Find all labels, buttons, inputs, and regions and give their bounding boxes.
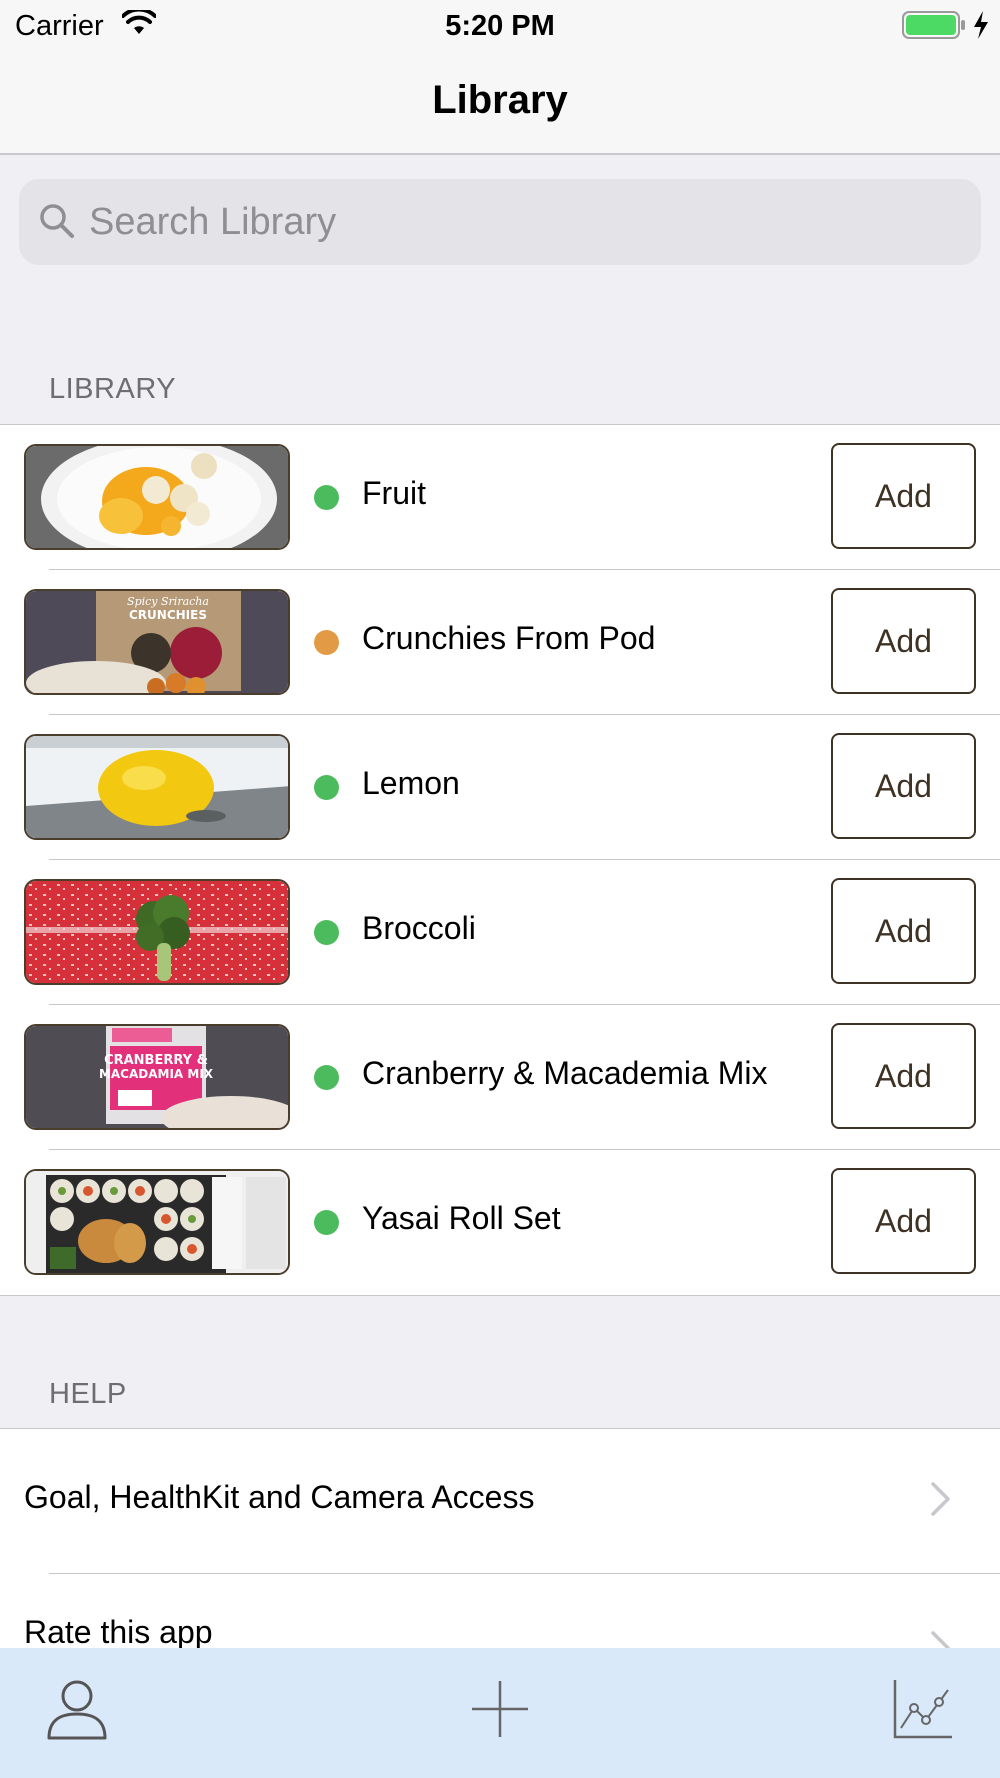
broccoli-photo (24, 879, 290, 985)
svg-text:MACADAMIA MIX: MACADAMIA MIX (99, 1067, 214, 1081)
battery-icon (902, 10, 966, 45)
list-item[interactable]: Spicy Sriracha CRUNCHIES Crunchies From … (0, 570, 1000, 715)
library-list: Fruit Add Spicy Sriracha CRUNCHIES Crunc… (0, 424, 1000, 1296)
cranberry-mix-photo: CRANBERRY & MACADAMIA MIX (24, 1024, 290, 1130)
help-list: Goal, HealthKit and Camera Access Rate t… (0, 1428, 1000, 1665)
status-bar: Carrier 5:20 PM (0, 0, 1000, 50)
item-name: Fruit (362, 475, 426, 511)
status-dot (314, 1210, 339, 1235)
svg-text:Spicy Sriracha: Spicy Sriracha (127, 595, 209, 608)
status-dot (314, 630, 339, 655)
page-title: Library (432, 78, 568, 122)
plus-icon[interactable] (470, 1678, 530, 1745)
help-item-access[interactable]: Goal, HealthKit and Camera Access (0, 1429, 1000, 1574)
chevron-right-icon (930, 1481, 952, 1522)
svg-text:CRANBERRY &: CRANBERRY & (104, 1053, 208, 1068)
item-name: Lemon (362, 765, 460, 801)
lemon-photo (24, 734, 290, 840)
crunchies-photo: Spicy Sriracha CRUNCHIES (24, 589, 290, 695)
status-dot (314, 1065, 339, 1090)
list-item[interactable]: CRANBERRY & MACADAMIA MIX Cranberry & Ma… (0, 1005, 1000, 1150)
help-section-header: HELP (49, 1378, 127, 1410)
help-item-label: Rate this app (24, 1614, 213, 1650)
navigation-bar: Library (0, 50, 1000, 155)
library-section-header: LIBRARY (49, 373, 177, 405)
list-item[interactable]: Fruit Add (0, 425, 1000, 570)
yasai-roll-photo (24, 1169, 290, 1275)
item-name: Broccoli (362, 910, 476, 946)
add-button[interactable]: Add (831, 1023, 976, 1129)
fruit-photo (24, 444, 290, 550)
help-item-label: Goal, HealthKit and Camera Access (24, 1479, 535, 1515)
chart-icon[interactable] (892, 1678, 954, 1745)
status-dot (314, 920, 339, 945)
list-item[interactable]: Lemon Add (0, 715, 1000, 860)
charging-icon (972, 10, 990, 45)
status-time: 5:20 PM (445, 10, 555, 42)
add-button[interactable]: Add (831, 733, 976, 839)
item-name: Cranberry & Macademia Mix (362, 1055, 768, 1091)
add-button[interactable]: Add (831, 878, 976, 984)
status-dot (314, 775, 339, 800)
item-name: Yasai Roll Set (362, 1200, 561, 1236)
add-button[interactable]: Add (831, 588, 976, 694)
list-item[interactable]: Yasai Roll Set Add (0, 1150, 1000, 1295)
tab-bar (0, 1648, 1000, 1778)
item-name: Crunchies From Pod (362, 620, 656, 656)
status-dot (314, 485, 339, 510)
search-icon (37, 201, 77, 246)
add-button[interactable]: Add (831, 443, 976, 549)
search-bar[interactable] (19, 179, 981, 265)
svg-text:CRUNCHIES: CRUNCHIES (129, 608, 207, 622)
add-button[interactable]: Add (831, 1168, 976, 1274)
person-icon[interactable] (46, 1678, 108, 1745)
search-input[interactable] (89, 179, 949, 265)
list-item[interactable]: Broccoli Add (0, 860, 1000, 1005)
